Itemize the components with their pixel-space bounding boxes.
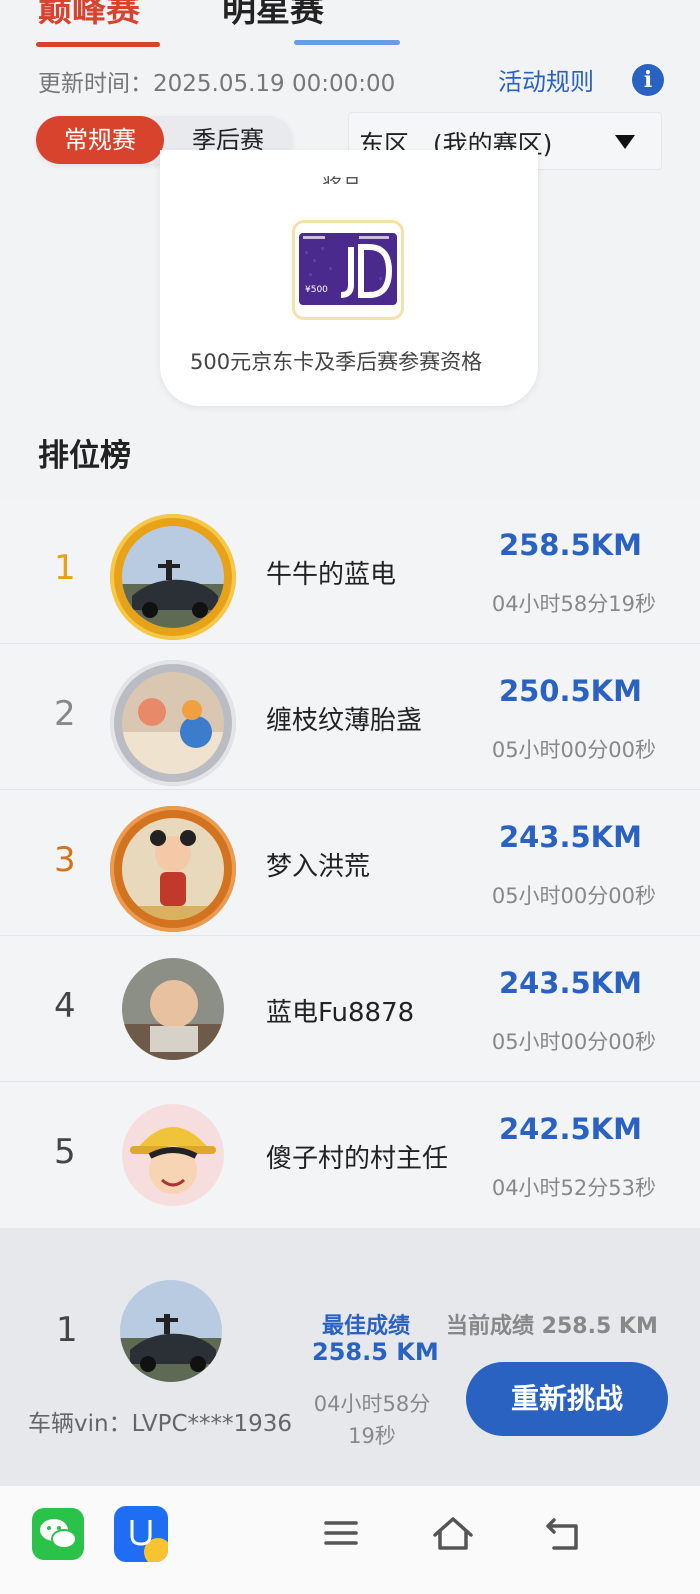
best-score-time: 04小时58分19秒 xyxy=(313,1392,431,1448)
duration: 05小时00分00秒 xyxy=(491,884,656,908)
app-store-icon[interactable] xyxy=(114,1506,168,1562)
back-icon[interactable] xyxy=(538,1508,588,1558)
ranking-row[interactable]: 5 傻子村的村主任 242.5KM 04小时52分53秒 xyxy=(0,1082,700,1228)
ranking-row[interactable]: 1 牛牛的蓝电 258.5KM 04小时58分19秒 xyxy=(0,498,700,644)
info-icon[interactable]: i xyxy=(632,64,664,96)
avatar xyxy=(122,672,224,774)
caret-down-icon xyxy=(615,135,635,149)
ranking-row[interactable]: 3 梦入洪荒 243.5KM 05小时00分00秒 xyxy=(0,790,700,936)
prize-description: 500元京东卡及季后赛参赛资格 xyxy=(190,350,483,374)
duration: 04小时52分53秒 xyxy=(491,1176,656,1200)
distance: 242.5KM xyxy=(498,1112,642,1146)
distance: 243.5KM xyxy=(498,966,642,1000)
duration: 05小时00分00秒 xyxy=(491,738,656,762)
update-time: 更新时间：2025.05.19 00:00:00 xyxy=(38,71,396,97)
prize-card: 奖品 ¥500 500元京东卡及季后赛参赛资格 xyxy=(160,150,538,406)
ranking-row[interactable]: 2 缠枝纹薄胎盏 250.5KM 05小时00分00秒 xyxy=(0,644,700,790)
ranking-row[interactable]: 4 蓝电Fu8878 243.5KM 05小时00分00秒 xyxy=(0,936,700,1082)
avatar xyxy=(122,958,224,1060)
avatar-gold-frame xyxy=(110,514,236,640)
rules-link[interactable]: 活动规则 xyxy=(498,62,594,97)
rank-number: 4 xyxy=(54,986,76,1026)
best-score-label: 最佳成绩 xyxy=(322,1314,411,1339)
retry-button[interactable]: 重新挑战 xyxy=(466,1362,668,1436)
my-record-panel: 1 车辆vin：LVPC****1936 最佳成绩 258.5 KM 04小时5… xyxy=(0,1228,700,1486)
nickname: 蓝电Fu8878 xyxy=(266,998,415,1028)
rank-number: 3 xyxy=(54,840,76,880)
avatar-bronze-frame xyxy=(110,806,236,932)
tab-peak-underline xyxy=(36,42,160,47)
my-rank-number: 1 xyxy=(56,1310,78,1350)
duration: 04小时58分19秒 xyxy=(491,592,656,616)
competition-tabs: 巅峰赛 明星赛 xyxy=(0,0,700,56)
avatar-silver-frame xyxy=(110,660,236,786)
prize-header: 奖品 xyxy=(322,170,362,184)
avatar xyxy=(122,526,224,628)
card-value: ¥500 xyxy=(305,285,328,295)
duration: 05小时00分00秒 xyxy=(491,1030,656,1054)
ranking-title: 排位榜 xyxy=(38,438,131,474)
tab-star-underline xyxy=(294,40,400,45)
current-score: 当前成绩 258.5 KM xyxy=(446,1314,658,1339)
nickname: 傻子村的村主任 xyxy=(266,1144,449,1174)
rank-number: 1 xyxy=(54,548,76,588)
distance: 258.5KM xyxy=(498,528,642,562)
best-score-value: 258.5 KM xyxy=(312,1338,439,1366)
nickname: 梦入洪荒 xyxy=(266,852,371,882)
tab-star[interactable]: 明星赛 xyxy=(222,0,324,31)
avatar xyxy=(122,818,224,920)
nickname: 缠枝纹薄胎盏 xyxy=(266,706,423,736)
home-icon[interactable] xyxy=(428,1508,478,1558)
rank-number: 5 xyxy=(54,1132,76,1172)
vehicle-vin: 车辆vin：LVPC****1936 xyxy=(28,1411,293,1437)
jd-gift-card-image: ¥500 xyxy=(292,220,404,320)
distance: 243.5KM xyxy=(498,820,642,854)
my-avatar xyxy=(120,1280,222,1382)
nickname: 牛牛的蓝电 xyxy=(266,560,397,590)
wechat-icon[interactable] xyxy=(32,1508,84,1560)
system-nav-bar xyxy=(0,1486,700,1594)
avatar xyxy=(122,1104,224,1206)
rank-number: 2 xyxy=(54,694,76,734)
distance: 250.5KM xyxy=(498,674,642,708)
menu-icon[interactable] xyxy=(316,1508,366,1558)
regular-season-button[interactable]: 常规赛 xyxy=(36,116,164,164)
tab-peak[interactable]: 巅峰赛 xyxy=(38,0,140,31)
